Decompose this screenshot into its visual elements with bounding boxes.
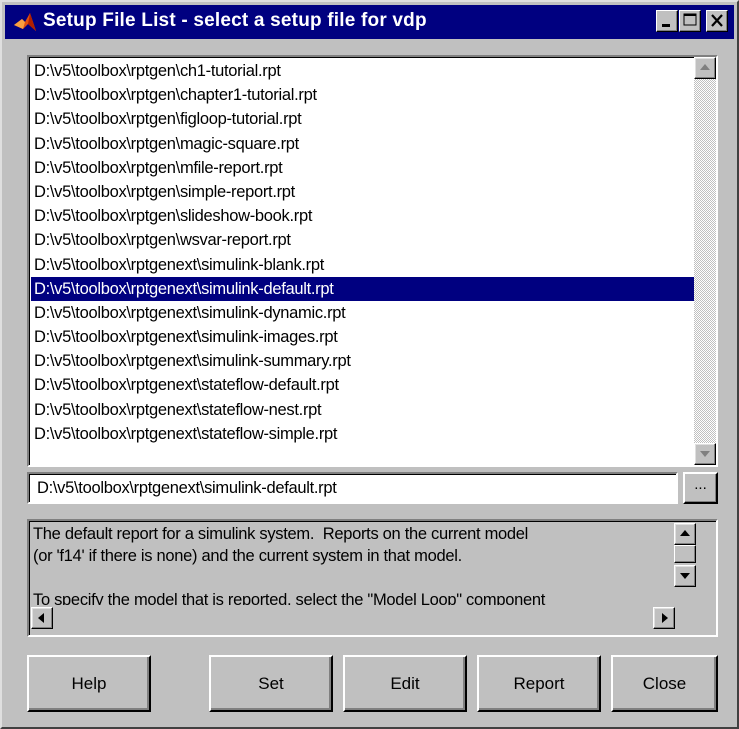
desc-scroll-down-button[interactable] (674, 565, 696, 587)
maximize-icon (683, 13, 697, 26)
scroll-up-button[interactable] (694, 57, 716, 79)
list-item[interactable]: D:\v5\toolbox\rptgen\chapter1-tutorial.r… (31, 83, 695, 107)
path-field-frame (27, 472, 678, 504)
report-button[interactable]: Report (477, 655, 601, 712)
description-box: The default report for a simulink system… (27, 519, 718, 637)
window-title: Setup File List - select a setup file fo… (43, 10, 427, 31)
browse-button[interactable]: ... (683, 472, 718, 504)
minimize-button[interactable] (656, 10, 678, 32)
list-item[interactable]: D:\v5\toolbox\rptgenext\simulink-default… (31, 276, 695, 301)
description-text: The default report for a simulink system… (33, 525, 546, 605)
list-item[interactable]: D:\v5\toolbox\rptgen\wsvar-report.rpt (31, 228, 695, 252)
arrow-right-icon (662, 613, 668, 623)
minimize-icon (662, 24, 670, 27)
list-item[interactable]: D:\v5\toolbox\rptgenext\stateflow-simple… (31, 422, 695, 446)
desc-scroll-up-button[interactable] (674, 523, 696, 545)
arrow-down-icon (700, 451, 710, 457)
title-bar[interactable]: Setup File List - select a setup file fo… (5, 5, 734, 39)
list-item[interactable]: D:\v5\toolbox\rptgen\ch1-tutorial.rpt (31, 59, 695, 83)
list-item[interactable]: D:\v5\toolbox\rptgenext\stateflow-nest.r… (31, 398, 695, 422)
help-button[interactable]: Help (27, 655, 151, 712)
maximize-button[interactable] (679, 10, 701, 32)
close-icon (711, 14, 723, 27)
list-item[interactable]: D:\v5\toolbox\rptgen\simple-report.rpt (31, 180, 695, 204)
close-button[interactable]: Close (611, 655, 718, 712)
setup-file-path-input[interactable] (33, 476, 671, 500)
arrow-down-icon (680, 573, 690, 579)
list-item[interactable]: D:\v5\toolbox\rptgenext\stateflow-defaul… (31, 373, 695, 397)
list-item[interactable]: D:\v5\toolbox\rptgen\magic-square.rpt (31, 132, 695, 156)
file-list[interactable]: D:\v5\toolbox\rptgen\ch1-tutorial.rpt D:\… (31, 59, 695, 446)
desc-hscroll-thumb[interactable] (53, 607, 55, 629)
edit-button[interactable]: Edit (343, 655, 467, 712)
desc-scroll-left-button[interactable] (31, 607, 53, 629)
list-item[interactable]: D:\v5\toolbox\rptgen\slideshow-book.rpt (31, 204, 695, 228)
setup-file-list-window: Setup File List - select a setup file fo… (0, 0, 739, 729)
matlab-icon (14, 13, 36, 31)
list-item[interactable]: D:\v5\toolbox\rptgenext\simulink-summary… (31, 349, 695, 373)
arrow-left-icon (38, 613, 44, 623)
scroll-down-button[interactable] (694, 443, 716, 465)
set-button[interactable]: Set (209, 655, 333, 712)
list-item[interactable]: D:\v5\toolbox\rptgen\figloop-tutorial.rp… (31, 107, 695, 131)
list-item[interactable]: D:\v5\toolbox\rptgenext\simulink-images.… (31, 325, 695, 349)
description-vertical-scrollbar[interactable] (674, 523, 696, 605)
setup-file-listbox[interactable]: D:\v5\toolbox\rptgen\ch1-tutorial.rpt D:\… (27, 55, 718, 467)
desc-scroll-thumb[interactable] (674, 545, 696, 563)
list-item[interactable]: D:\v5\toolbox\rptgen\mfile-report.rpt (31, 156, 695, 180)
close-window-button[interactable] (706, 10, 728, 32)
list-item[interactable]: D:\v5\toolbox\rptgenext\simulink-dynamic… (31, 301, 695, 325)
list-item[interactable]: D:\v5\toolbox\rptgenext\simulink-blank.r… (31, 253, 695, 277)
desc-scroll-right-button[interactable] (653, 607, 675, 629)
list-vertical-scrollbar[interactable] (694, 57, 716, 465)
description-horizontal-scrollbar[interactable] (31, 607, 675, 629)
arrow-up-icon (680, 530, 690, 536)
arrow-up-icon (700, 64, 710, 70)
